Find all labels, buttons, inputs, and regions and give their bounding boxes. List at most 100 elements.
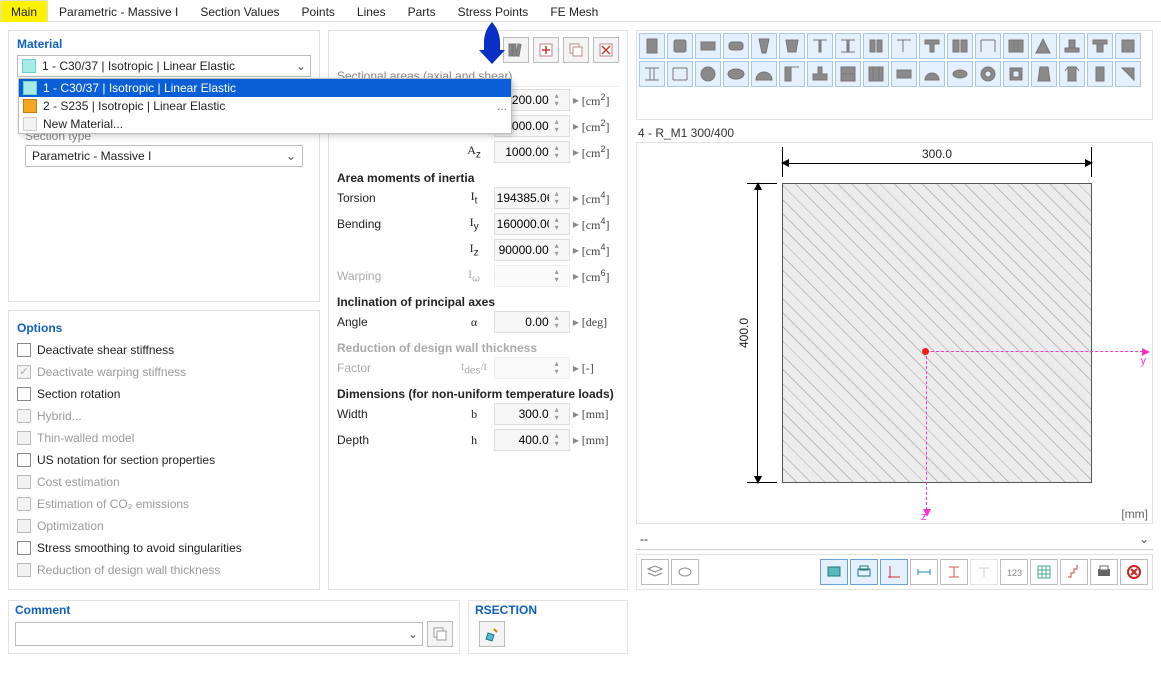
tool-layers-icon[interactable] (641, 559, 669, 585)
shape-button-19[interactable] (639, 61, 665, 87)
shape-button-32[interactable] (1003, 61, 1029, 87)
shape-palette (636, 30, 1153, 120)
tool-dim-icon[interactable] (910, 559, 938, 585)
material-option-1[interactable]: 1 - C30/37 | Isotropic | Linear Elastic (19, 79, 511, 97)
shape-button-30[interactable] (947, 61, 973, 87)
shape-button-20[interactable] (667, 61, 693, 87)
opt-rotation[interactable]: Section rotation (17, 383, 311, 405)
shape-button-28[interactable] (891, 61, 917, 87)
shape-button-10[interactable] (891, 33, 917, 59)
tab-main[interactable]: Main (0, 0, 48, 22)
tool-print2-icon[interactable] (1090, 559, 1118, 585)
material-selected: 1 - C30/37 | Isotropic | Linear Elastic (42, 59, 235, 73)
right-toolbar: 123 (636, 554, 1153, 590)
chevron-down-icon: ⌄ (296, 59, 306, 73)
input-alpha[interactable] (495, 315, 551, 329)
input-Iw (495, 269, 551, 283)
shape-button-17[interactable] (1087, 33, 1113, 59)
new-icon (23, 117, 37, 131)
library-icon[interactable] (503, 37, 529, 63)
tool-values-icon[interactable] (1060, 559, 1088, 585)
tool-i-icon[interactable] (940, 559, 968, 585)
shape-button-5[interactable] (751, 33, 777, 59)
copy-icon[interactable] (563, 37, 589, 63)
tab-section-values[interactable]: Section Values (189, 0, 290, 22)
input-tdes (495, 361, 551, 375)
tool-ellipse-icon[interactable] (671, 559, 699, 585)
shape-button-11[interactable] (919, 33, 945, 59)
shape-button-22[interactable] (723, 61, 749, 87)
shape-button-23[interactable] (751, 61, 777, 87)
tab-stress-points[interactable]: Stress Points (447, 0, 540, 22)
tool-axes-icon[interactable] (880, 559, 908, 585)
shape-button-24[interactable] (779, 61, 805, 87)
delete-icon[interactable] (593, 37, 619, 63)
material-option-new[interactable]: New Material... (19, 115, 511, 133)
shape-button-34[interactable] (1059, 61, 1085, 87)
tab-parts[interactable]: Parts (397, 0, 447, 22)
shape-button-27[interactable] (863, 61, 889, 87)
section-type-select[interactable]: Parametric - Massive I ⌄ (25, 145, 303, 167)
material-select[interactable]: 1 - C30/37 | Isotropic | Linear Elastic … (17, 55, 311, 77)
axis-z (926, 351, 927, 515)
tool-numbers-icon[interactable]: 123 (1000, 559, 1028, 585)
shape-button-12[interactable] (947, 33, 973, 59)
comment-title: Comment (15, 603, 453, 617)
shape-button-13[interactable] (975, 33, 1001, 59)
shape-button-25[interactable] (807, 61, 833, 87)
shape-button-33[interactable] (1031, 61, 1057, 87)
chevron-down-icon: ⌄ (408, 627, 418, 641)
right-combo[interactable]: --⌄ (636, 528, 1153, 550)
shape-button-9[interactable] (863, 33, 889, 59)
input-Iz[interactable] (495, 243, 551, 257)
comment-input[interactable]: ⌄ (15, 622, 423, 646)
shape-button-36[interactable] (1115, 61, 1141, 87)
input-Az[interactable] (495, 145, 551, 159)
shape-button-18[interactable] (1115, 33, 1141, 59)
new-item-icon[interactable] (533, 37, 559, 63)
tool-t-icon[interactable] (970, 559, 998, 585)
input-b[interactable] (495, 407, 551, 421)
shape-button-15[interactable] (1031, 33, 1057, 59)
opt-us-notation[interactable]: US notation for section properties (17, 449, 311, 471)
shape-button-4[interactable] (723, 33, 749, 59)
tool-display-icon[interactable] (820, 559, 848, 585)
shape-button-31[interactable] (975, 61, 1001, 87)
shape-button-21[interactable] (695, 61, 721, 87)
input-h[interactable] (495, 433, 551, 447)
tab-lines[interactable]: Lines (346, 0, 397, 22)
shape-button-16[interactable] (1059, 33, 1085, 59)
material-dropdown: 1 - C30/37 | Isotropic | Linear Elastic … (18, 78, 512, 134)
options-title: Options (17, 321, 311, 335)
shape-button-1[interactable] (639, 33, 665, 59)
shape-button-6[interactable] (779, 33, 805, 59)
input-Iy[interactable] (495, 217, 551, 231)
tabs-bar: Main Parametric - Massive I Section Valu… (0, 0, 1161, 22)
shape-button-35[interactable] (1087, 61, 1113, 87)
tab-parametric[interactable]: Parametric - Massive I (48, 0, 189, 22)
tool-print-icon[interactable] (850, 559, 878, 585)
shape-button-3[interactable] (695, 33, 721, 59)
comment-copy-icon[interactable] (427, 621, 453, 647)
tab-points[interactable]: Points (291, 0, 346, 22)
opt-optim: Optimization (17, 515, 311, 537)
shape-button-2[interactable] (667, 33, 693, 59)
tool-close-icon[interactable] (1120, 559, 1148, 585)
chevron-down-icon: ⌄ (1139, 532, 1149, 546)
shape-button-26[interactable] (835, 61, 861, 87)
opt-shear[interactable]: Deactivate shear stiffness (17, 339, 311, 361)
tool-grid-icon[interactable] (1030, 559, 1058, 585)
shape-button-7[interactable] (807, 33, 833, 59)
rsection-edit-icon[interactable] (479, 621, 505, 647)
tab-fe-mesh[interactable]: FE Mesh (539, 0, 609, 22)
material-option-2[interactable]: 2 - S235 | Isotropic | Linear Elastic ..… (19, 97, 511, 115)
opt-stress-smooth[interactable]: Stress smoothing to avoid singularities (17, 537, 311, 559)
viewport-title: 4 - R_M1 300/400 (636, 120, 1153, 142)
shape-button-14[interactable] (1003, 33, 1029, 59)
dim-title: Dimensions (for non-uniform temperature … (337, 387, 619, 401)
shape-button-29[interactable] (919, 61, 945, 87)
input-It[interactable] (495, 191, 551, 205)
row-shear-z: Az ▴▾ ▸[cm2] (337, 139, 619, 165)
shape-button-8[interactable] (835, 33, 861, 59)
svg-text:123: 123 (1007, 568, 1022, 578)
